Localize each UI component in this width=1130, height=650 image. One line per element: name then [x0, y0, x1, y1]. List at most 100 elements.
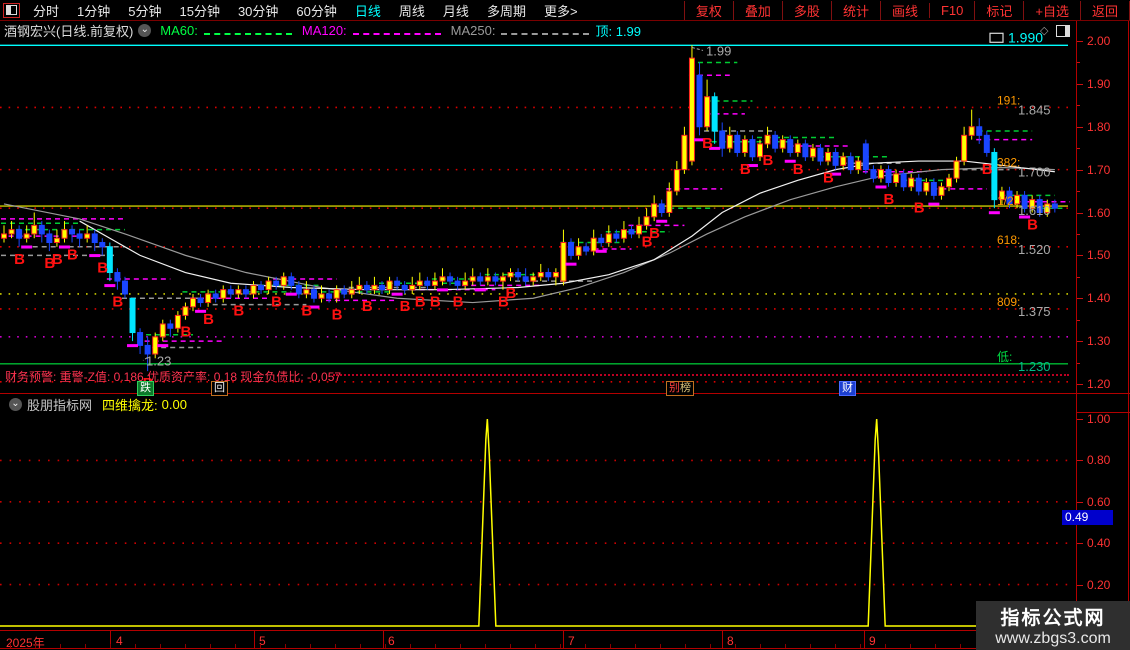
fib-percent-label: 低: [997, 350, 1012, 364]
period-tab-1[interactable]: 1分钟 [68, 1, 119, 20]
period-tab-4[interactable]: 30分钟 [229, 1, 287, 20]
candle-body [447, 276, 454, 282]
event-tag-财[interactable]: 财 [839, 381, 856, 396]
action-item-3[interactable]: 统计 [830, 0, 880, 20]
ma-dash-1 [352, 33, 441, 35]
ma-label-1: MA120: [301, 23, 347, 38]
time-axis-label: 4 [116, 634, 123, 648]
action-item-8[interactable]: 返回 [1079, 0, 1130, 20]
month-tick [864, 631, 865, 648]
ma250-line [3, 166, 1055, 304]
action-item-5[interactable]: F10 [928, 2, 974, 18]
finance-alert-dotted-line [333, 374, 1069, 376]
period-tab-8[interactable]: 月线 [434, 1, 478, 20]
price-axis-label: 1.50 [1087, 248, 1111, 263]
fib-percent-label: 618: [997, 233, 1020, 247]
sub-axis-label: 0.40 [1087, 536, 1111, 551]
action-item-2[interactable]: 多股 [781, 0, 831, 20]
candle-body [137, 332, 144, 346]
candle-body [431, 280, 438, 286]
candle-body [583, 246, 590, 252]
candle-body [537, 272, 544, 278]
sell-mark [656, 219, 668, 223]
candle-body [484, 276, 491, 282]
price-axis-label: 1.20 [1087, 377, 1111, 391]
fib-price-label: 1.610 [1018, 203, 1051, 218]
buy-marker-B: B [914, 199, 925, 216]
candle-body [69, 229, 76, 235]
event-tag-别榜[interactable]: 别榜 [666, 381, 694, 396]
diamond-icon[interactable]: ◇ [1040, 24, 1048, 37]
top-price-label: 顶: 1.99 [595, 24, 642, 39]
candle-body [787, 139, 794, 153]
candle-body [53, 237, 60, 244]
chevron-down-icon[interactable]: ⌄ [138, 24, 152, 37]
indicator-line-chart[interactable] [0, 394, 1076, 632]
price-axis-label: 1.70 [1087, 162, 1111, 177]
sell-mark [875, 185, 887, 189]
period-tab-9[interactable]: 多周期 [478, 1, 535, 20]
candle-body [961, 134, 968, 162]
layout-split-icon[interactable] [3, 2, 20, 18]
price-axis-label: 1.80 [1087, 119, 1111, 134]
action-item-0[interactable]: 复权 [683, 0, 733, 20]
candle-body [409, 284, 416, 291]
event-tag-跌[interactable]: 跌 [137, 381, 154, 396]
action-item-4[interactable]: 画线 [879, 0, 929, 20]
indicator-value: 0.00 [161, 396, 187, 412]
ma-label-2: MA250: [450, 23, 496, 38]
candle-body [779, 139, 786, 149]
candle-body [900, 173, 907, 188]
main-candlestick-chart[interactable]: BBBBBBBBBBBBBBBBBBBBBBBBBBBBBBB1.991.231… [0, 21, 1076, 394]
axis-minor-tick [1077, 105, 1080, 107]
indicator-source: 股朋指标网 [27, 397, 93, 413]
candle-body [152, 336, 159, 355]
axis-tick [1077, 419, 1083, 420]
candle-body [235, 289, 242, 295]
candle-body [938, 186, 945, 196]
sub-axis-label: 1.00 [1087, 412, 1111, 426]
buy-marker-B: B [97, 259, 108, 276]
candle-body [620, 229, 627, 239]
candle-body [31, 224, 38, 235]
period-tab-3[interactable]: 15分钟 [170, 1, 228, 20]
period-tab-5[interactable]: 60分钟 [287, 1, 345, 20]
candle-body [734, 134, 741, 153]
event-tag-回[interactable]: 回 [211, 381, 228, 396]
candle-body [885, 169, 892, 183]
sell-mark [391, 292, 403, 296]
stock-title: 酒钢宏兴(日线.前复权) [4, 24, 134, 39]
candle-body [386, 280, 393, 291]
candle-body [908, 177, 915, 188]
period-tab-7[interactable]: 周线 [390, 1, 434, 20]
candle-body [212, 293, 219, 299]
candle-body [258, 284, 265, 291]
sell-mark [474, 288, 486, 292]
candle-body [182, 306, 189, 316]
window-icon[interactable] [1056, 24, 1071, 37]
candle-body [363, 284, 370, 291]
candle-body [46, 233, 53, 244]
sell-mark [157, 344, 169, 348]
price-axis-label: 1.40 [1087, 291, 1111, 306]
sell-mark [285, 292, 297, 296]
chevron-down-icon[interactable]: ⌄ [9, 397, 22, 411]
axis-minor-tick [1077, 319, 1080, 321]
period-tab-6[interactable]: 日线 [346, 1, 390, 20]
buy-marker-B: B [884, 191, 895, 208]
buy-marker-B: B [430, 294, 441, 311]
buy-marker-B: B [506, 285, 517, 302]
buy-marker-B: B [112, 294, 123, 311]
period-tab-2[interactable]: 5分钟 [119, 1, 170, 20]
action-item-7[interactable]: +自选 [1023, 0, 1080, 20]
action-item-1[interactable]: 叠加 [732, 0, 782, 20]
action-item-6[interactable]: 标记 [974, 0, 1023, 20]
period-tab-0[interactable]: 分时 [24, 1, 68, 20]
candle-body [265, 280, 272, 291]
candle-body [250, 284, 257, 295]
candle-body [719, 130, 726, 149]
candle-body [273, 280, 280, 286]
right-border-line [1128, 21, 1129, 631]
period-tab-10[interactable]: 更多> [535, 1, 587, 20]
level-flag-icon [989, 32, 1004, 43]
